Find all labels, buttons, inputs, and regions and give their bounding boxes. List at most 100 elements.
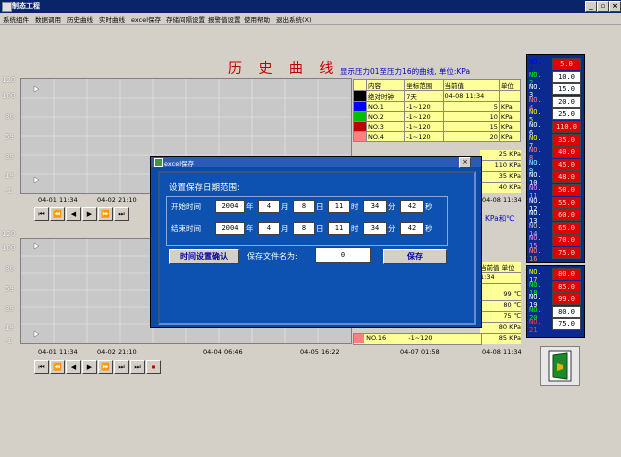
menu-data[interactable]: 数据调用 [35, 14, 61, 24]
upper-ytick: 120 [2, 76, 16, 84]
window-titlebar: 制态工程 _ ▫ × [0, 0, 621, 13]
day-unit: 日 [316, 224, 324, 233]
legend-value: 04-08 11:34 [442, 90, 500, 102]
time-confirm-button[interactable]: 时间设置确认 [169, 249, 239, 264]
channel-label: NO. 16 [529, 247, 542, 263]
legend-partial-value: 40 KPa [498, 183, 521, 191]
channel-label: NO. 21 [529, 318, 542, 335]
channel-value: 65.0 [552, 221, 581, 234]
dialog-close-button[interactable]: × [459, 157, 471, 168]
fast-forward-button[interactable]: ⏩ [98, 360, 113, 374]
first-button[interactable]: ⏮ [34, 360, 49, 374]
legend-row[interactable]: 绝对时钟 7天 04-08 11:34 [353, 90, 522, 102]
upper-ytick: 39 [5, 153, 14, 161]
color-swatch [353, 121, 367, 132]
legend-value: 15 [442, 121, 500, 132]
menu-alarm[interactable]: 报警值设置 [208, 14, 241, 24]
menu-system[interactable]: 系统组件 [3, 14, 29, 24]
first-button[interactable]: ⏮ [34, 207, 49, 221]
forward-button[interactable]: ▶ [82, 360, 97, 374]
back-button[interactable]: ◀ [66, 360, 81, 374]
menu-excel-save[interactable]: excel保存 [131, 14, 161, 24]
start-year-field[interactable]: 2004 [215, 200, 245, 213]
upper-ytick: -1 [5, 187, 12, 195]
legend-name: NO.1 [365, 101, 406, 112]
last-button[interactable]: ⏭ [114, 360, 129, 374]
window-title: 制态工程 [12, 2, 40, 10]
start-hour-field[interactable]: 11 [328, 200, 350, 213]
legend-row[interactable]: NO.4 -1~120 20 KPa [353, 131, 522, 142]
channel-label: NO. 4 [529, 95, 542, 112]
close-button[interactable]: × [609, 1, 621, 12]
channel-value: 20.0 [552, 95, 581, 108]
save-button[interactable]: 保存 [383, 249, 447, 264]
legend-row[interactable]: NO.3 -1~120 15 KPa [353, 121, 522, 132]
maximize-button[interactable]: ▫ [597, 1, 609, 12]
lower-ytick: 120 [2, 230, 16, 238]
legend-partial-value: 25 KPa [480, 150, 521, 161]
channel-value: 48.0 [552, 171, 581, 184]
menu-history-curve[interactable]: 历史曲线 [67, 14, 93, 24]
legend-name: 绝对时钟 [365, 90, 406, 102]
legend-value: 10 [442, 111, 500, 122]
channel-value: 99.0 [552, 293, 581, 306]
month-unit: 月 [281, 224, 289, 233]
fast-back-button[interactable]: ⏪ [50, 360, 65, 374]
start-day-field[interactable]: 8 [293, 200, 315, 213]
legend-range: 7天 [404, 90, 444, 102]
channel-label: NO. 10 [529, 171, 542, 188]
channel-value: 85.0 [552, 280, 581, 293]
start-time-label: 开始时间 [171, 202, 201, 211]
menu-realtime-curve[interactable]: 实时曲线 [99, 14, 125, 24]
lower-xtick: 04-01 11:34 [38, 348, 78, 356]
day-unit: 日 [316, 202, 324, 211]
lower-xtick: 04-08 11:34 [482, 348, 522, 356]
filename-input[interactable]: 0 [315, 247, 371, 263]
last-button[interactable]: ⏭ [114, 207, 129, 221]
hour-unit: 时 [351, 224, 359, 233]
year-unit: 年 [246, 202, 254, 211]
fast-back-button[interactable]: ⏪ [50, 207, 65, 221]
legend-header: 坐标范围 [404, 79, 444, 91]
menu-exit[interactable]: 退出系统(X) [276, 14, 312, 24]
second-unit: 秒 [425, 202, 433, 211]
legend-unit: KPa [498, 101, 522, 112]
end-month-field[interactable]: 4 [258, 222, 280, 235]
channel-label: NO. 7 [529, 133, 542, 150]
fast-forward-button[interactable]: ⏩ [98, 207, 113, 221]
legend-row[interactable]: NO.2 -1~120 10 KPa [353, 111, 522, 122]
forward-button[interactable]: ▶ [82, 207, 97, 221]
channel-value: 40.0 [552, 146, 581, 159]
menu-help[interactable]: 使用帮助 [244, 14, 270, 24]
legend-row[interactable]: NO.1 -1~120 5 KPa [353, 101, 522, 112]
end-second-field[interactable]: 42 [400, 222, 424, 235]
lower-ytick: -1 [5, 337, 12, 345]
stop-button[interactable]: ⏹ [146, 360, 161, 374]
end-minute-field[interactable]: 34 [363, 222, 387, 235]
legend-partial-value: 110 KPa [480, 161, 521, 172]
lower-ytick: 19 [5, 324, 14, 332]
color-swatch [353, 131, 367, 142]
back-button[interactable]: ◀ [66, 207, 81, 221]
channel-value: 55.0 [552, 196, 581, 209]
legend-range: -1~120 [404, 111, 444, 122]
excel-icon [154, 158, 163, 167]
upper-xtick: 04-02 21:10 [97, 196, 137, 204]
end-hour-field[interactable]: 11 [328, 222, 350, 235]
skip-button[interactable]: ⏭ [130, 360, 145, 374]
start-minute-field[interactable]: 34 [363, 200, 387, 213]
end-day-field[interactable]: 8 [293, 222, 315, 235]
menu-interval[interactable]: 存储间隔设置 [166, 14, 205, 24]
start-second-field[interactable]: 42 [400, 200, 424, 213]
channel-label: NO. 14 [529, 221, 542, 238]
start-month-field[interactable]: 4 [258, 200, 280, 213]
minimize-button[interactable]: _ [585, 1, 597, 12]
exit-door-icon[interactable] [540, 346, 580, 386]
legend-row[interactable]: NO.16 -1~120 [353, 333, 482, 345]
color-swatch [353, 90, 367, 102]
legend-range: -1~120 [408, 334, 433, 342]
menu-bar: 系统组件 数据调用 历史曲线 实时曲线 excel保存 存储间隔设置 报警值设置… [0, 13, 621, 25]
channel-label: NO. 1 [529, 58, 542, 74]
color-swatch [354, 334, 364, 343]
end-year-field[interactable]: 2004 [215, 222, 245, 235]
